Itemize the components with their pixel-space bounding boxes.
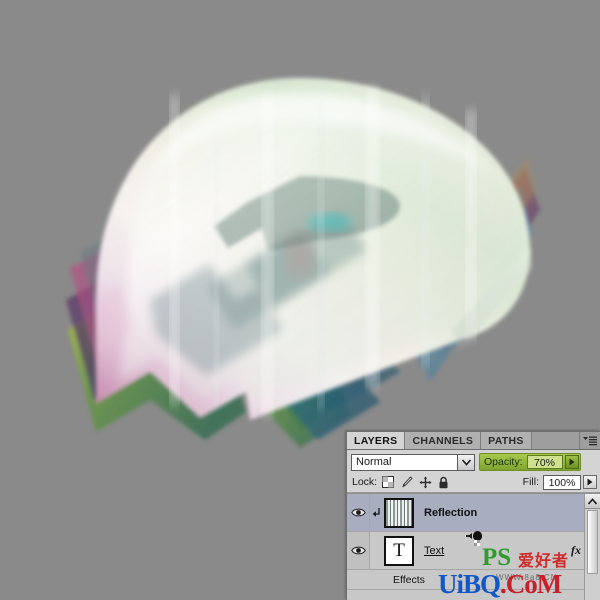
fill-label: Fill: [522, 476, 539, 488]
lock-label: Lock: [352, 476, 378, 488]
chevron-down-icon [461, 458, 471, 466]
fill-slider-button[interactable] [583, 475, 597, 489]
blend-mode-value: Normal [356, 456, 392, 468]
screenshot-root: LAYERS CHANNELS PATHS Normal Opacity: 70… [0, 0, 600, 600]
scroll-up-button[interactable] [585, 494, 600, 509]
layer-row-reflection[interactable]: Reflection [347, 494, 600, 532]
fill-input[interactable]: 100% [543, 474, 581, 490]
panel-tabstrip: LAYERS CHANNELS PATHS [347, 432, 600, 450]
layer-effects-row[interactable]: Effects [347, 570, 600, 590]
tab-channels[interactable]: CHANNELS [405, 432, 482, 449]
lock-all-icon[interactable] [438, 476, 449, 489]
layer-row-text[interactable]: T Text fx [347, 532, 600, 570]
tab-layers[interactable]: LAYERS [347, 432, 406, 449]
blend-mode-chevron[interactable] [457, 454, 474, 470]
layer-name-reflection[interactable]: Reflection [424, 507, 477, 519]
fill-control: Fill: 100% [522, 474, 597, 490]
layer-thumbnail-reflection[interactable] [384, 497, 414, 528]
panel-menu-icon [583, 436, 597, 445]
triangle-right-icon [587, 478, 593, 486]
layer-list-scrollbar[interactable] [584, 494, 600, 600]
tab-paths[interactable]: PATHS [481, 432, 532, 449]
opacity-slider-button[interactable] [564, 455, 579, 469]
blend-mode-select[interactable]: Normal [351, 453, 475, 471]
effects-label: Effects [393, 573, 425, 586]
opacity-control[interactable]: Opacity: 70% [479, 453, 581, 471]
panel-menu-button[interactable] [580, 432, 600, 449]
layer-thumbnail-text[interactable]: T [384, 535, 414, 566]
eye-icon [350, 508, 366, 517]
opacity-input[interactable]: 70% [526, 455, 563, 469]
eye-icon [350, 546, 366, 555]
lock-icon-group [382, 476, 449, 489]
layer-list[interactable]: Reflection T Text fx Effects [347, 493, 600, 600]
lock-row: Lock: Fill: 100% [347, 472, 600, 493]
chevron-up-icon [588, 497, 597, 505]
clipping-mask-indicator [370, 507, 384, 519]
lock-transparent-pixels-icon[interactable] [382, 476, 395, 488]
tabstrip-filler [531, 432, 580, 449]
lock-image-pixels-icon[interactable] [400, 476, 413, 488]
blend-opacity-row: Normal Opacity: 70% [347, 450, 600, 472]
layer-name-text[interactable]: Text [424, 545, 444, 557]
scrollbar-thumb[interactable] [587, 510, 598, 574]
clipping-mask-arrow-icon [372, 507, 380, 517]
lock-position-icon[interactable] [419, 476, 432, 489]
text-layer-T-glyph: T [393, 540, 405, 561]
layers-panel: LAYERS CHANNELS PATHS Normal Opacity: 70… [346, 431, 600, 600]
triangle-right-icon [569, 458, 575, 466]
fx-icon[interactable]: fx [571, 543, 581, 558]
opacity-label: Opacity: [484, 456, 523, 468]
layer-visibility-toggle-reflection[interactable] [347, 494, 370, 531]
layer-visibility-toggle-text[interactable] [347, 532, 370, 569]
